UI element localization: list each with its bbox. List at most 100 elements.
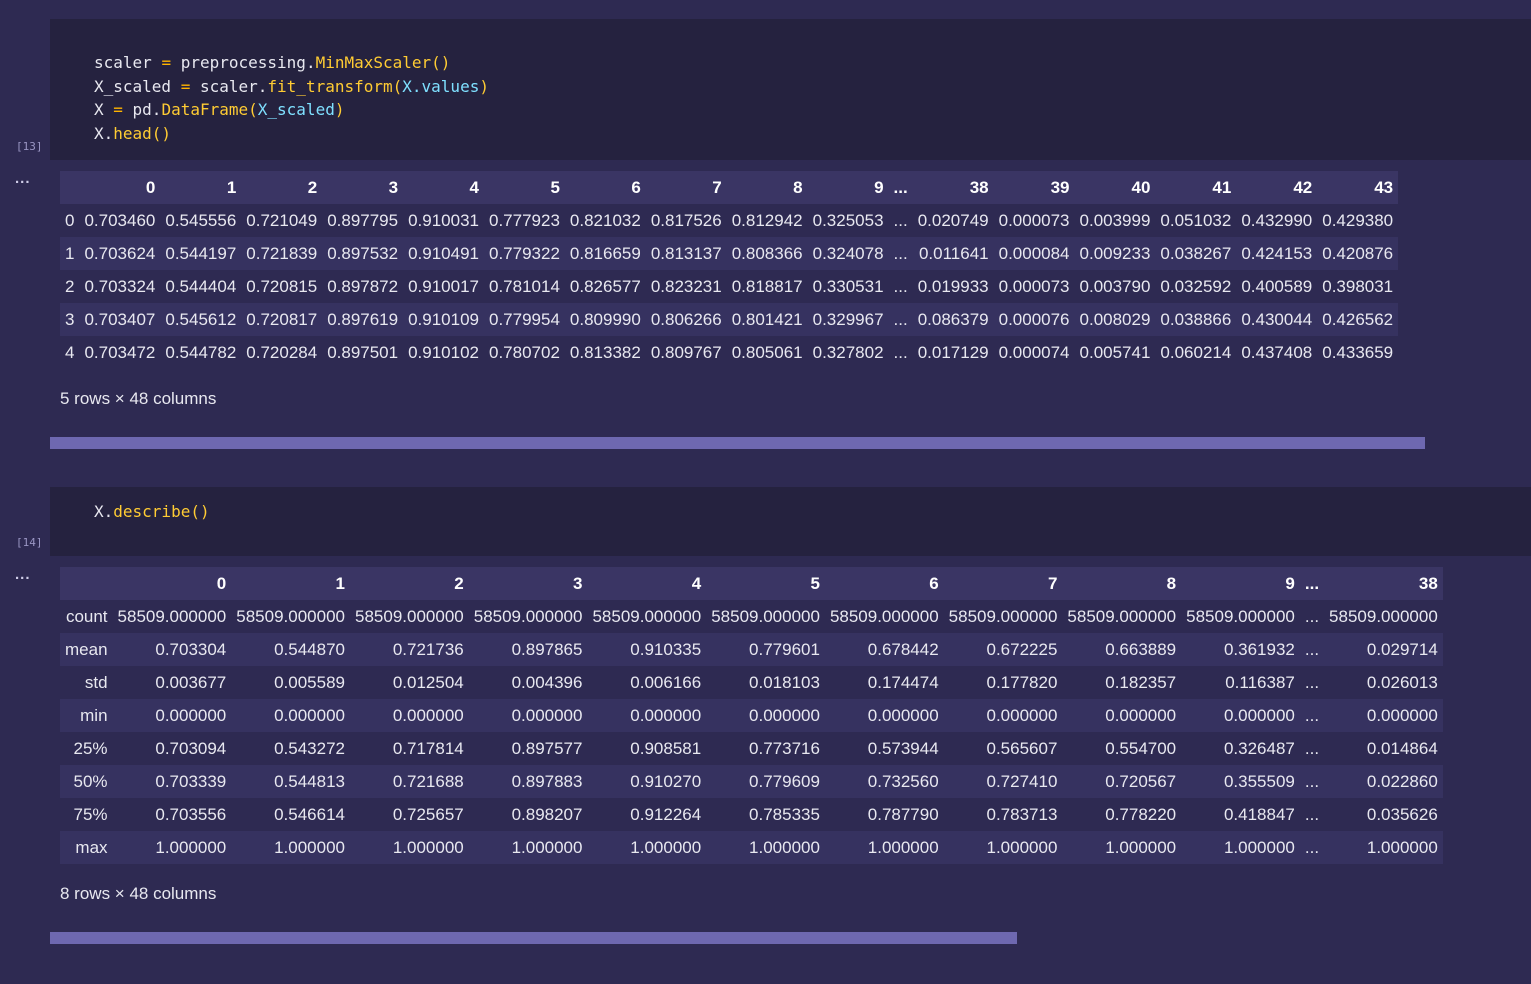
table-cell: 0.721688 — [392, 771, 464, 791]
table-cell: 0.003999 — [1079, 210, 1151, 230]
table-cell: 0.009233 — [1079, 243, 1151, 263]
row-index: 4 — [65, 342, 75, 362]
code-token: = — [180, 76, 191, 96]
code-token: X_scaled — [257, 100, 335, 120]
row-index: 75% — [73, 804, 108, 824]
table-cell: ... — [1304, 639, 1320, 659]
table-cell: 58509.000000 — [711, 606, 820, 626]
column-header: 9 — [1285, 573, 1295, 593]
table-cell: ... — [893, 309, 908, 329]
column-header: 9 — [874, 177, 884, 197]
code-line: X_scaled = scaler.fit_transform(X.values… — [94, 75, 1531, 99]
row-index: 50% — [73, 771, 108, 791]
table-cell: 0.703407 — [84, 309, 156, 329]
table-cell: 0.430044 — [1241, 309, 1313, 329]
table-cell: 0.816659 — [569, 243, 641, 263]
output-dataframe: 0 1 2 3 4 5 6 7 8 9... 38 count 58509.000000 58509.00… — [60, 567, 1531, 867]
table-cell: 0.433659 — [1322, 342, 1394, 362]
table-cell: 0.821032 — [569, 210, 641, 230]
column-header: 0 — [216, 573, 227, 593]
table-cell: 0.022860 — [1366, 771, 1438, 791]
table-cell: 0.805061 — [731, 342, 803, 362]
table-cell: 0.910031 — [408, 210, 479, 230]
row-index: count — [65, 606, 108, 626]
output-menu-button[interactable]: ... — [15, 170, 31, 187]
code-line: X.describe() — [94, 500, 1531, 524]
code-token: X. — [94, 502, 114, 521]
table-cell: 0.897532 — [327, 243, 399, 263]
table-cell: 1.000000 — [630, 837, 702, 857]
table-row: mean 0.703304 0.544870 0.721736 0.897865 0.91… — [60, 633, 1443, 666]
table-cell: 0.355509 — [1223, 771, 1295, 791]
table-cell: ... — [893, 342, 908, 362]
code-editor[interactable]: X.describe() — [50, 487, 1531, 556]
table-cell: 0.717814 — [392, 738, 464, 758]
table-cell: 0.826577 — [569, 276, 641, 296]
column-header: 6 — [929, 573, 939, 593]
table-cell: ... — [1304, 771, 1320, 791]
table-cell: 0.330531 — [812, 276, 884, 296]
code-token: = — [113, 100, 123, 120]
table-cell: 0.325053 — [812, 210, 884, 230]
column-header: 4 — [469, 177, 479, 197]
table-cell: 0.437408 — [1241, 342, 1313, 362]
output-menu-button[interactable]: ... — [15, 566, 31, 583]
table-cell: 0.029714 — [1366, 639, 1438, 659]
table-cell: ... — [1304, 705, 1320, 725]
table-cell: 0.912264 — [630, 804, 702, 824]
table-cell: ... — [893, 210, 908, 230]
table-cell: 0.398031 — [1322, 276, 1394, 296]
table-cell: 58509.000000 — [1186, 606, 1295, 626]
table-cell: 0.720284 — [246, 342, 318, 362]
table-cell: ... — [1304, 837, 1320, 857]
table-cell: 0.000000 — [511, 705, 583, 725]
table-cell: 0.008029 — [1079, 309, 1151, 329]
horizontal-scrollbar[interactable] — [50, 437, 1425, 449]
table-cell: 0.000000 — [1105, 705, 1177, 725]
table-cell: 0.429380 — [1322, 210, 1394, 230]
code-token: DataFrame( — [161, 100, 258, 120]
table-row: 4 0.703472 0.544782 0.720284 0.897501 0.91010… — [60, 336, 1398, 369]
table-cell: 0.809990 — [569, 309, 641, 329]
table-cell: 0.003790 — [1079, 276, 1151, 296]
table-cell: 0.809767 — [650, 342, 722, 362]
row-index: mean — [65, 639, 108, 659]
header-row: 0 1 2 3 4 5 6 7 8 9... 38 — [60, 567, 1443, 600]
table-cell: 0.897795 — [327, 210, 399, 230]
table-cell: 0.003677 — [155, 672, 227, 692]
column-header: 0 — [145, 177, 156, 197]
table-cell: 0.721049 — [246, 210, 318, 230]
table-cell: 0.773716 — [749, 738, 820, 758]
table-cell: 0.785335 — [749, 804, 820, 824]
table-cell: 1.000000 — [867, 837, 939, 857]
table-cell: 0.012504 — [392, 672, 464, 692]
horizontal-scrollbar[interactable] — [50, 932, 1017, 944]
table-cell: 0.544870 — [274, 639, 345, 659]
table-cell: 58509.000000 — [829, 606, 939, 626]
table-cell: 0.703094 — [155, 738, 227, 758]
table-cell: 0.060214 — [1160, 342, 1232, 362]
table-cell: 1.000000 — [1366, 837, 1438, 857]
table-cell: 0.725657 — [392, 804, 464, 824]
column-header: 42 — [1293, 177, 1313, 197]
table-cell: 1.000000 — [1105, 837, 1177, 857]
column-header: 3 — [573, 573, 583, 593]
table-cell: 0.801421 — [731, 309, 803, 329]
table-cell: 58509.000000 — [1067, 606, 1177, 626]
table-cell: 0.898207 — [511, 804, 583, 824]
code-editor[interactable]: scaler = preprocessing.MinMaxScaler() X_… — [50, 19, 1531, 160]
table-row: std 0.003677 0.005589 0.012504 0.004396 0.006… — [60, 666, 1443, 699]
table-cell: 1.000000 — [274, 837, 345, 857]
table-cell: 0.777923 — [489, 210, 560, 230]
table-cell: 0.324078 — [812, 243, 884, 263]
table-cell: ... — [1304, 606, 1320, 626]
table-cell: 0.703460 — [84, 210, 156, 230]
table-cell: 0.116387 — [1225, 672, 1295, 692]
column-header: 38 — [1418, 573, 1438, 593]
table-cell: 0.000000 — [867, 705, 939, 725]
column-header: 2 — [454, 573, 464, 593]
table-cell: 0.432990 — [1241, 210, 1313, 230]
table-cell: 0.721839 — [246, 243, 318, 263]
table-cell: 0.703624 — [84, 243, 156, 263]
table-cell: 0.177820 — [986, 672, 1058, 692]
